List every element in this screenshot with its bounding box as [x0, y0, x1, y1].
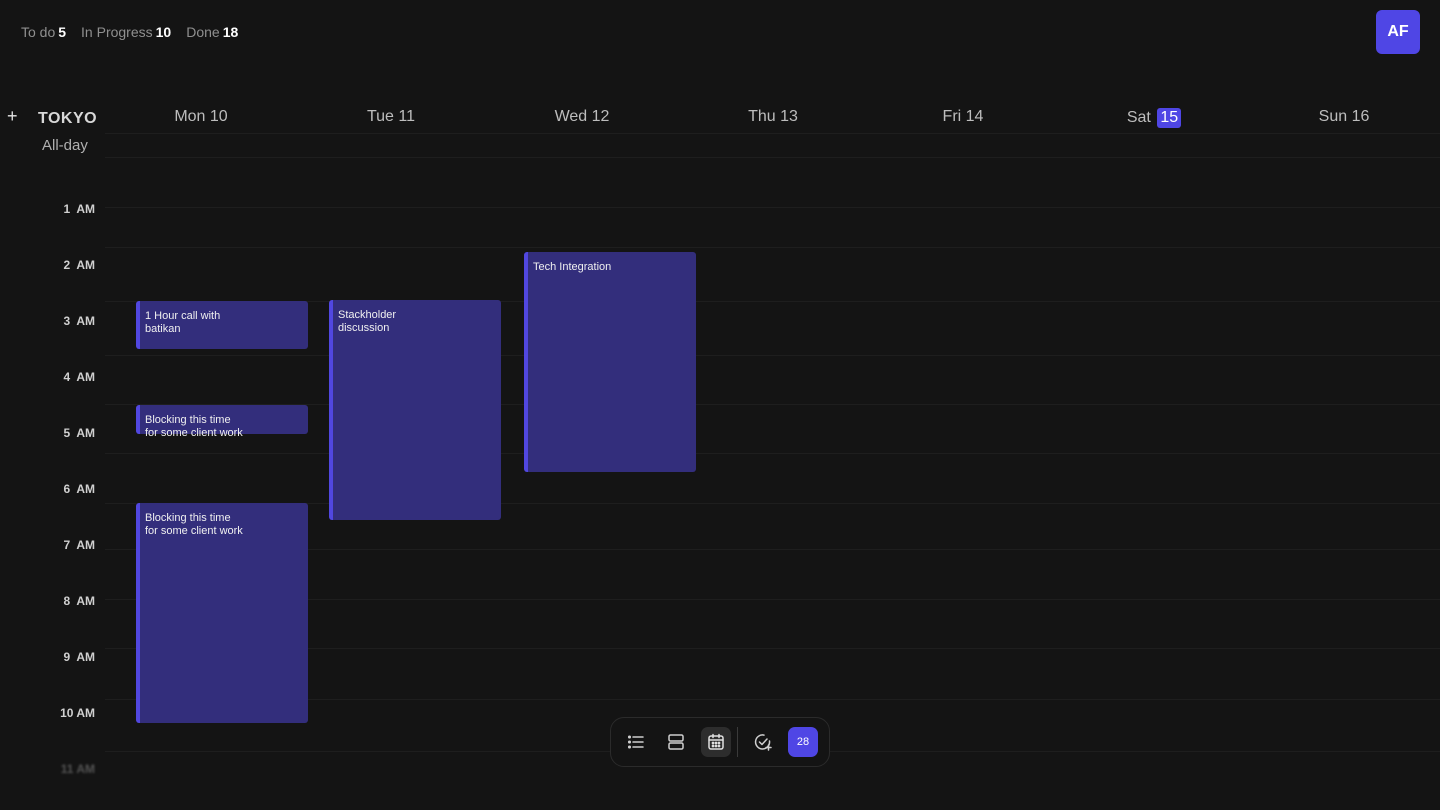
day-name: Sat [1126, 109, 1151, 126]
toolbar-divider [737, 727, 738, 757]
stat-value: 18 [222, 24, 239, 40]
day-header-wed[interactable]: Wed 12 [487, 108, 677, 126]
list-view-button[interactable] [621, 727, 651, 757]
calendar-event[interactable]: Stackholder discussion [329, 300, 501, 520]
day-number: 16 [1351, 108, 1370, 125]
stat-done[interactable]: Done 18 [186, 24, 238, 40]
calendar-event[interactable]: Tech Integration [524, 252, 696, 472]
time-label: 10 AM [60, 706, 95, 720]
grid-line [105, 247, 1440, 248]
calendar-event[interactable]: 1 Hour call with batikan [136, 301, 308, 349]
stat-label: Done [186, 24, 220, 40]
stat-todo[interactable]: To do 5 [21, 24, 66, 40]
time-label: 6 AM [63, 482, 95, 496]
split-view-button[interactable] [661, 727, 691, 757]
day-number: 11 [398, 108, 416, 125]
time-label: 4 AM [63, 370, 95, 384]
calendar-view-button[interactable] [701, 727, 731, 757]
day-number: 13 [780, 108, 798, 125]
time-label: 2 AM [63, 258, 95, 272]
time-label: 8 AM [63, 594, 95, 608]
add-task-button[interactable] [748, 727, 778, 757]
list-icon [627, 735, 644, 749]
day-name: Fri [942, 108, 962, 125]
timezone-label: TOKYO [38, 110, 98, 127]
grid-line [105, 133, 1440, 134]
check-add-icon [754, 734, 772, 751]
day-name: Wed [554, 108, 588, 125]
day-number: 12 [591, 108, 610, 125]
split-view-icon [668, 734, 684, 750]
day-name: Mon [174, 108, 206, 125]
calendar-event[interactable]: Blocking this time for some client work [136, 503, 308, 723]
day-number: 14 [965, 108, 984, 125]
time-label: 3 AM [63, 314, 95, 328]
stat-value: 10 [155, 24, 172, 40]
day-name: Thu [748, 108, 776, 125]
grid-line [105, 207, 1440, 208]
user-avatar[interactable]: AF [1376, 10, 1420, 54]
calendar-icon [708, 733, 724, 750]
day-header-sat[interactable]: Sat 15 [1059, 108, 1249, 128]
day-header-fri[interactable]: Fri 14 [868, 108, 1058, 126]
time-label: 5 AM [63, 426, 95, 440]
calendar-event[interactable]: Blocking this time for some client work [136, 405, 308, 439]
day-name: Tue [366, 108, 394, 125]
add-event-button[interactable]: + [7, 106, 18, 127]
time-label: 1 AM [63, 202, 95, 216]
today-date-badge: 15 [1157, 108, 1182, 128]
day-header-sun[interactable]: Sun 16 [1249, 108, 1439, 126]
all-day-label: All-day [42, 137, 88, 154]
time-label: 11 AM [60, 762, 95, 776]
grid-line [105, 355, 1440, 356]
task-stats: To do 5 In Progress 10 Done 18 [21, 24, 238, 40]
stat-label: In Progress [81, 24, 153, 40]
day-number: 10 [209, 108, 228, 125]
task-count-badge[interactable]: 28 [788, 727, 818, 757]
stat-in-progress[interactable]: In Progress 10 [81, 24, 171, 40]
stat-label: To do [21, 24, 56, 40]
day-header-mon[interactable]: Mon 10 [106, 108, 296, 126]
grid-line [105, 453, 1440, 454]
day-name: Sun [1318, 108, 1348, 125]
time-label: 9 AM [63, 650, 95, 664]
day-header-thu[interactable]: Thu 13 [678, 108, 868, 126]
view-toolbar: 28 [610, 717, 830, 767]
stat-value: 5 [58, 24, 67, 40]
day-header-tue[interactable]: Tue 11 [296, 108, 486, 126]
grid-line [105, 157, 1440, 158]
time-label: 7 AM [63, 538, 95, 552]
